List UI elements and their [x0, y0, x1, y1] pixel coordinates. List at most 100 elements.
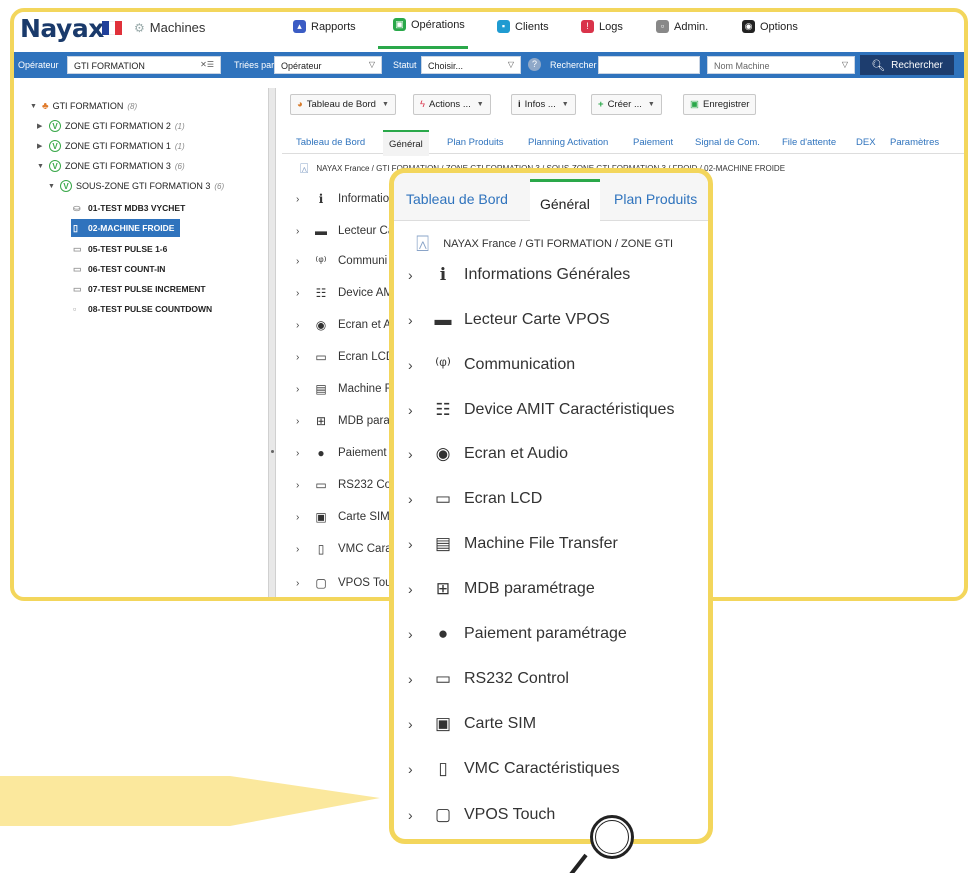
section-screen-audio[interactable]: › ◉ Ecran et A — [296, 318, 391, 332]
section-file-transfer[interactable]: › ▤ Machine F — [296, 382, 392, 396]
options-icon: ◉ — [742, 20, 755, 33]
tab-general[interactable]: Général — [383, 130, 429, 156]
tree-machine[interactable]: ⛀ 01-TEST MDB3 VYCHET — [73, 199, 185, 217]
help-icon[interactable]: ? — [528, 58, 541, 71]
magnifier-inner-ring — [595, 820, 629, 854]
admin-icon: ▫ — [656, 20, 669, 33]
infos-dropdown[interactable]: i Infos ... ▼ — [511, 94, 576, 115]
rs232-icon: ▭ — [434, 669, 452, 688]
payment-icon: ● — [317, 446, 325, 460]
collapse-icon[interactable]: ▼ — [37, 163, 49, 170]
operator-field[interactable]: GTI FORMATION ✕☰ — [67, 56, 221, 74]
nav-logs[interactable]: ! Logs — [581, 20, 623, 33]
section-device-amit[interactable]: › ☷ Device AM — [296, 286, 393, 300]
tab-general[interactable]: Général — [530, 179, 600, 224]
vmc-icon: ▯ — [317, 542, 325, 556]
section-vmc[interactable]: › ▯ VMC Cara — [296, 542, 392, 556]
tree-machine[interactable]: ▭ 07-TEST PULSE INCREMENT — [73, 280, 206, 298]
zoom-section-device-amit[interactable]: › ☷ Device AMIT Caractéristiques — [408, 400, 674, 420]
tree-zone[interactable]: ▶ V ZONE GTI FORMATION 2 (1) — [37, 117, 185, 135]
tree-zone[interactable]: ▼ V ZONE GTI FORMATION 3 (6) — [37, 157, 185, 175]
status-select[interactable]: Choisir... ▽ — [421, 56, 521, 74]
section-mdb[interactable]: › ⊞ MDB para — [296, 414, 390, 428]
create-dropdown[interactable]: + Créer ... ▼ — [591, 94, 662, 115]
dashboard-dropdown[interactable]: ◕ Tableau de Bord ▼ — [290, 94, 396, 115]
zone-icon: V — [60, 180, 72, 192]
chevron-right-icon: › — [408, 357, 413, 373]
nav-admin[interactable]: ▫ Admin. — [656, 20, 708, 33]
tree-machine[interactable]: ▫ 08-TEST PULSE COUNTDOWN — [73, 300, 212, 318]
save-button[interactable]: ▣ Enregistrer — [683, 94, 757, 115]
zoom-section-card-reader[interactable]: › ▬ Lecteur Carte VPOS — [408, 310, 610, 330]
zoom-section-file-transfer[interactable]: › ▤ Machine File Transfer — [408, 534, 618, 554]
tab-product-plan[interactable]: Plan Produits — [614, 191, 697, 207]
zoom-section-rs232[interactable]: › ▭ RS232 Control — [408, 669, 569, 689]
tab-com-signal[interactable]: Signal de Com. — [695, 137, 760, 148]
tab-product-plan[interactable]: Plan Produits — [447, 137, 504, 148]
tab-dashboard[interactable]: Tableau de Bord — [406, 191, 508, 207]
tree-root[interactable]: ▼ ♣ GTI FORMATION (8) — [30, 97, 137, 115]
search-field-select[interactable]: Nom Machine ▽ — [707, 56, 855, 74]
zoom-section-screen-audio[interactable]: › ◉ Ecran et Audio — [408, 444, 568, 464]
zoom-section-mdb[interactable]: › ⊞ MDB paramétrage — [408, 579, 595, 599]
chevron-down-icon: ▽ — [368, 60, 375, 69]
splitter-handle[interactable] — [271, 450, 274, 453]
tab-payment[interactable]: Paiement — [633, 137, 673, 148]
zoom-section-payment[interactable]: › ● Paiement paramétrage — [408, 624, 627, 644]
tree-machine[interactable]: ▭ 05-TEST PULSE 1-6 — [73, 240, 167, 258]
machine-icon: ▭ — [73, 283, 82, 294]
section-payment[interactable]: › ● Paiement — [296, 446, 387, 460]
section-communication[interactable]: › ⁽ᵠ⁾ Communi — [296, 254, 387, 268]
section-general-info[interactable]: › i Informatio — [296, 192, 389, 206]
sorted-by-select[interactable]: Opérateur ▽ — [274, 56, 382, 74]
clear-list-icon[interactable]: ✕☰ — [200, 60, 214, 69]
chevron-right-icon: › — [296, 287, 300, 299]
tree-zone[interactable]: ▶ V ZONE GTI FORMATION 1 (1) — [37, 137, 185, 155]
screen-audio-icon: ◉ — [315, 318, 327, 332]
tab-activation-planning[interactable]: Planning Activation — [528, 137, 608, 148]
nav-rapports[interactable]: ▴ Rapports — [293, 20, 356, 33]
search-button[interactable]: 🔍︎ Rechercher — [860, 55, 954, 75]
section-vpos-touch[interactable]: › ▢ VPOS Tou — [296, 576, 392, 590]
card-reader-icon: ▬ — [315, 224, 327, 238]
chevron-right-icon: › — [408, 671, 413, 687]
tab-settings[interactable]: Paramètres — [890, 137, 939, 148]
dashboard-icon: ◕ — [297, 99, 303, 110]
panel-splitter[interactable] — [268, 88, 276, 601]
collapse-icon[interactable]: ▼ — [48, 183, 60, 190]
nav-active-indicator — [378, 46, 468, 49]
zoom-section-lcd[interactable]: › ▭ Ecran LCD — [408, 489, 542, 509]
collapse-icon[interactable]: ▼ — [30, 103, 42, 110]
tab-dashboard[interactable]: Tableau de Bord — [296, 137, 365, 148]
operations-icon: ▣ — [393, 18, 406, 31]
chevron-right-icon: › — [296, 255, 300, 267]
section-rs232[interactable]: › ▭ RS232 Cor — [296, 478, 395, 492]
sim-icon: ▣ — [434, 714, 452, 733]
expand-icon[interactable]: ▶ — [37, 122, 49, 130]
tab-dex[interactable]: DEX — [856, 137, 876, 148]
section-lcd[interactable]: › ▭ Ecran LCD — [296, 350, 394, 364]
tree-machine[interactable]: ▭ 06-TEST COUNT-IN — [73, 260, 165, 278]
tab-queue[interactable]: File d'attente — [782, 137, 836, 148]
chart-icon: ▴ — [293, 20, 306, 33]
search-input[interactable] — [598, 56, 700, 74]
nayax-logo[interactable]: Nayax — [20, 14, 104, 43]
nav-clients[interactable]: ▪ Clients — [497, 20, 549, 33]
actions-dropdown[interactable]: ϟ Actions ... ▼ — [413, 94, 491, 115]
nav-operations[interactable]: ▣ Opérations — [393, 18, 465, 31]
magnifier-handle — [568, 853, 588, 873]
zoom-section-vpos-touch[interactable]: › ▢ VPOS Touch — [408, 805, 555, 825]
section-card-reader[interactable]: › ▬ Lecteur Ca — [296, 224, 394, 238]
zoom-section-general-info[interactable]: › i Informations Générales — [408, 265, 630, 285]
nav-options[interactable]: ◉ Options — [742, 20, 798, 33]
zoom-section-vmc[interactable]: › ▯ VMC Caractéristiques — [408, 759, 620, 779]
tree-subzone[interactable]: ▼ V SOUS-ZONE GTI FORMATION 3 (6) — [48, 177, 224, 195]
zoom-section-sim[interactable]: › ▣ Carte SIM — [408, 714, 536, 734]
zoom-section-communication[interactable]: › ⁽ᵠ⁾ Communication — [408, 355, 575, 375]
save-icon: ▣ — [690, 99, 699, 110]
tree-machine-selected[interactable]: ▯ 02-MACHINE FROIDE — [71, 219, 181, 237]
device-list-icon: ☷ — [315, 286, 327, 300]
section-sim[interactable]: › ▣ Carte SIM — [296, 510, 390, 524]
expand-icon[interactable]: ▶ — [37, 142, 49, 150]
ftp-icon: ▤ — [315, 382, 327, 396]
